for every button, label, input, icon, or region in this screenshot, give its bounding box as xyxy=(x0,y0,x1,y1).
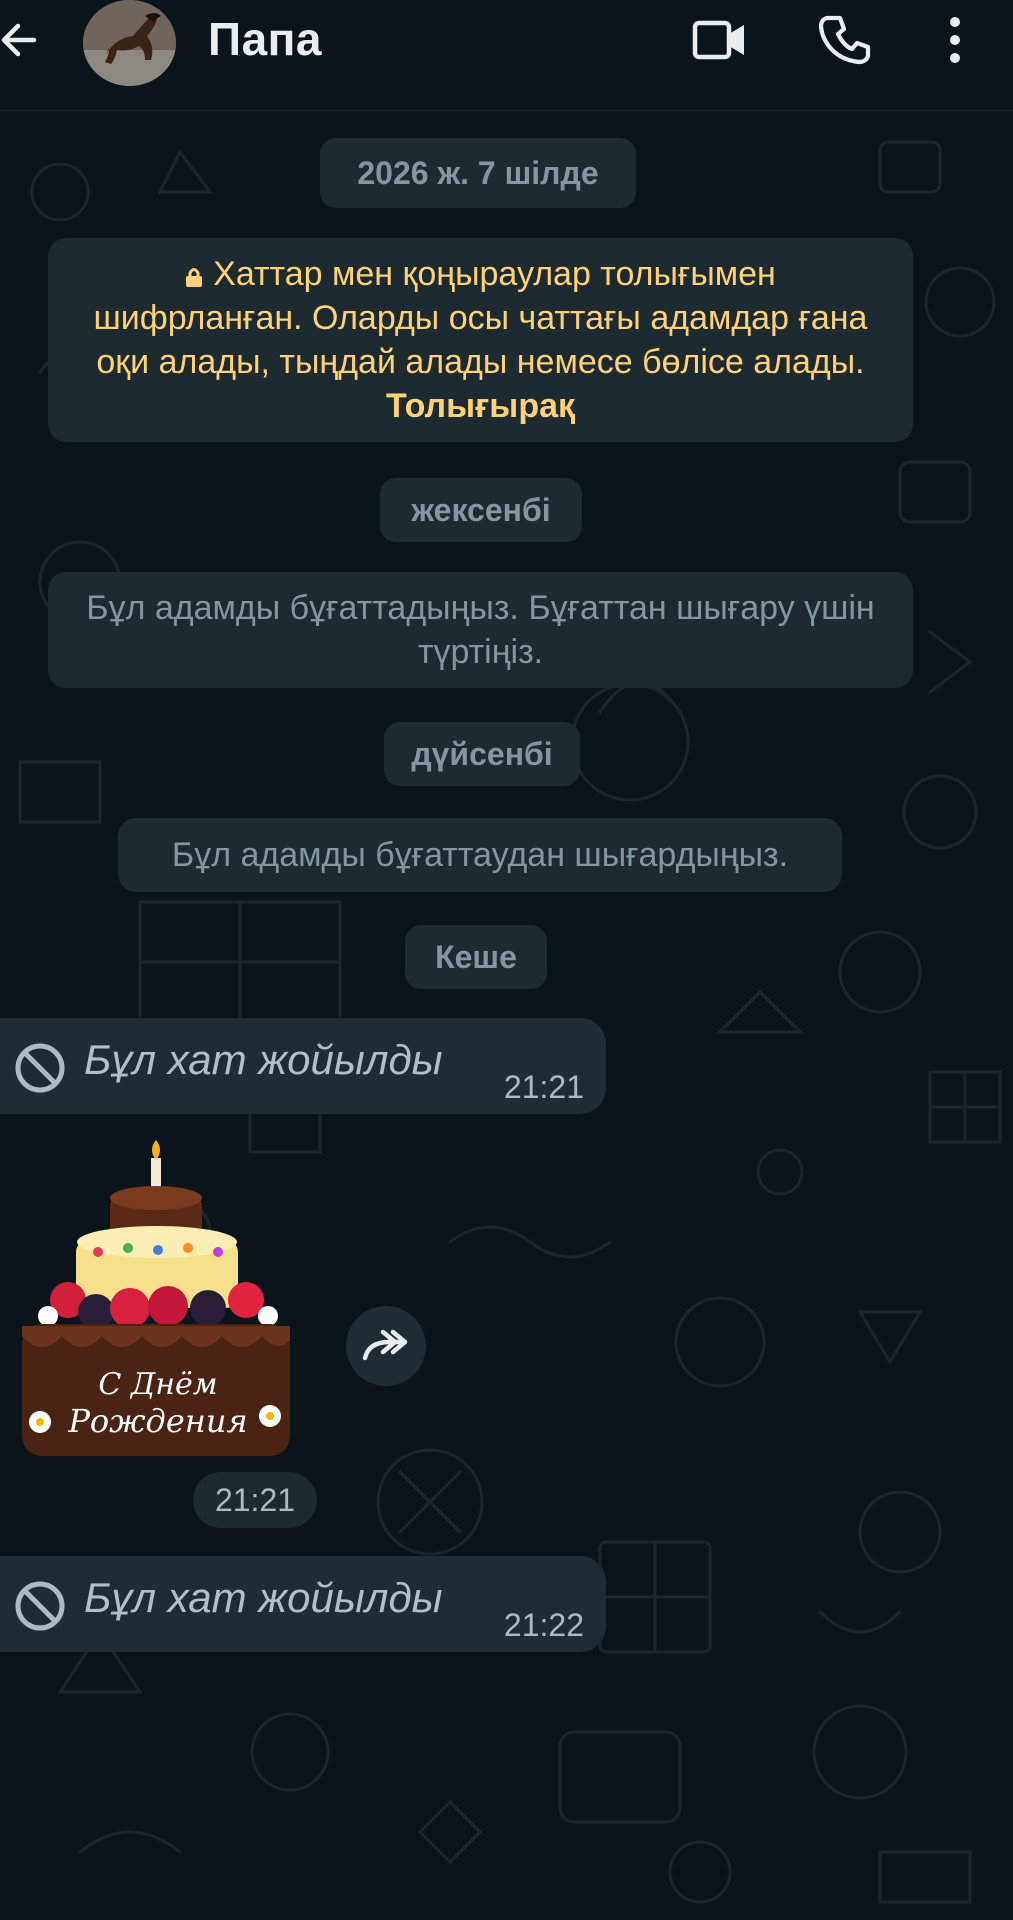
more-options-icon xyxy=(950,17,960,63)
voice-call-button[interactable] xyxy=(815,12,875,68)
deleted-message-text: Бұл хат жойылды xyxy=(84,1036,443,1083)
deleted-message-bubble[interactable]: Бұл хат жойылды 21:21 xyxy=(0,1018,606,1114)
encryption-notice[interactable]: Хаттар мен қоңыраулар толығымен шифрланғ… xyxy=(48,238,913,442)
message-time: 21:22 xyxy=(503,1607,584,1643)
birthday-cake-image: С Днём Рождения xyxy=(22,1140,290,1456)
message-time: 21:21 xyxy=(503,1069,584,1105)
contact-name[interactable]: Папа xyxy=(208,12,322,66)
ban-icon xyxy=(15,1043,65,1093)
deleted-message-text: Бұл хат жойылды xyxy=(84,1574,443,1621)
forward-button[interactable] xyxy=(346,1306,426,1386)
learn-more-link[interactable]: Толығырақ xyxy=(386,387,575,425)
chat-header: Папа xyxy=(0,0,1013,111)
date-pill: 2026 ж. 7 шілде xyxy=(320,138,636,208)
chat-screen: Папа 2026 ж. 7 шілде Хаттар мен қоңыраул… xyxy=(0,0,1013,1920)
encryption-text-wrap: Хаттар мен қоңыраулар толығымен шифрланғ… xyxy=(82,252,879,428)
back-arrow-icon xyxy=(1,23,37,57)
lock-icon xyxy=(186,268,203,287)
blocked-notice-text: Бұл адамды бұғаттадыңыз. Бұғаттан шығару… xyxy=(86,589,875,671)
blocked-notice[interactable]: Бұл адамды бұғаттадыңыз. Бұғаттан шығару… xyxy=(48,572,913,688)
contact-avatar[interactable] xyxy=(83,0,176,86)
sticker-text-line1: С Днём xyxy=(98,1367,217,1402)
date-pill: Кеше xyxy=(405,925,547,989)
birthday-cake-sticker[interactable]: С Днём Рождения xyxy=(18,1140,298,1470)
encryption-text: Хаттар мен қоңыраулар толығымен шифрланғ… xyxy=(93,255,868,381)
back-button[interactable] xyxy=(0,18,40,62)
message-time: 21:21 xyxy=(193,1472,317,1528)
ban-icon xyxy=(15,1581,65,1631)
video-call-icon xyxy=(692,20,744,60)
date-pill: дүйсенбі xyxy=(384,722,580,786)
forward-icon xyxy=(362,1329,408,1361)
unblocked-notice-text: Бұл адамды бұғаттаудан шығардыңыз. xyxy=(171,836,789,874)
voice-call-icon xyxy=(819,15,871,65)
more-options-button[interactable] xyxy=(925,12,985,68)
video-call-button[interactable] xyxy=(690,12,750,68)
sticker-text-line2: Рождения xyxy=(67,1402,247,1440)
horse-avatar-image xyxy=(83,0,176,86)
date-pill: жексенбі xyxy=(380,478,582,542)
unblocked-notice: Бұл адамды бұғаттаудан шығардыңыз. xyxy=(118,818,842,892)
deleted-message-bubble[interactable]: Бұл хат жойылды 21:22 xyxy=(0,1556,606,1652)
